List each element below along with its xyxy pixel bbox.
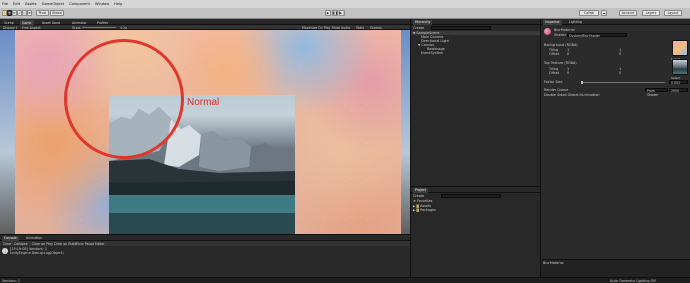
preview-material-name: BlurMaterial (543, 261, 564, 265)
global-toggle[interactable]: Global (50, 10, 64, 16)
info-icon: i (2, 248, 8, 254)
tab-lighting[interactable]: Lighting (567, 20, 584, 25)
factor-size-slider-track[interactable] (581, 82, 665, 83)
background-texture-thumbnail[interactable] (672, 40, 688, 56)
status-bar: Vendors: 1 Auto Generate Lighting Off (0, 277, 690, 283)
project-create-button[interactable]: Create (413, 194, 424, 198)
pause-icon[interactable]: ❚❚ (332, 10, 338, 16)
material-sphere-icon (544, 28, 551, 35)
bg-offset-x[interactable]: 0 (567, 52, 569, 56)
factor-size-label: Factor Size (544, 80, 563, 84)
shader-label: Shader (554, 33, 567, 37)
top-offset-x[interactable]: 0 (567, 71, 569, 75)
menu-window[interactable]: Window (95, 2, 109, 6)
project-folder-item[interactable]: ▶ ▇ Packages (413, 208, 436, 212)
play-icon[interactable]: ▶ (325, 10, 331, 16)
hierarchy-panel: Hierarchy Create ▼ SampleScene Main Came… (410, 19, 541, 186)
shader-dropdown[interactable]: Custom/BlurShader (567, 33, 627, 38)
console-editor-dropdown[interactable]: Editor (93, 241, 106, 246)
bg-offset-label: Offset (549, 52, 560, 56)
favorites-label: Favorites (417, 199, 433, 203)
hierarchy-item-label: EventSystem (421, 51, 444, 55)
hierarchy-search-input[interactable] (431, 26, 491, 30)
transform-tool-icon[interactable]: ⊕ (27, 10, 32, 16)
status-message[interactable]: Vendors: 1 (2, 279, 20, 283)
star-icon: ★ (413, 199, 417, 203)
tab-project[interactable]: Project (413, 187, 428, 193)
render-queue-label: Render Queue (544, 88, 569, 92)
chevron-down-icon: ▼ (413, 31, 416, 35)
project-panel: Project Create ★ Favorites ▶ ▇ Assets ▶ … (410, 186, 541, 277)
top-offset-label: Offset (549, 71, 560, 75)
menu-gameobject[interactable]: GameObject (42, 2, 64, 6)
highlight-circle (64, 39, 184, 159)
skybox-left (0, 30, 15, 234)
console-collapse-toggle[interactable]: Collapse (12, 241, 30, 246)
normal-label: Normal (187, 97, 220, 108)
favorites-item[interactable]: ★ Favorites (413, 199, 432, 203)
inspector-tab-bar: Inspector Lighting (541, 19, 690, 25)
status-lighting: Auto Generate Lighting Off (610, 278, 656, 283)
layout-dropdown[interactable]: Layout (664, 10, 682, 16)
account-dropdown[interactable]: Account (619, 10, 637, 16)
project-folder-label: Packages (420, 208, 436, 212)
main-toolbar: ✋ ✥ ⟳ ⤢ ▭ ⊕ Pivot Global ▶ ❚❚ ▶❘ Collab … (0, 8, 690, 19)
hierarchy-create-button[interactable]: Create (413, 26, 424, 30)
tab-hierarchy[interactable]: Hierarchy (413, 19, 433, 25)
collab-button[interactable]: Collab (579, 10, 599, 16)
menu-assets[interactable]: Assets (25, 2, 37, 6)
double-sided-gi-label: Double Sided Global Illumination (544, 93, 600, 97)
tab-inspector[interactable]: Inspector (543, 19, 562, 25)
project-tab-bar: Project (411, 187, 541, 193)
chevron-right-icon: ▶ (413, 208, 416, 212)
menu-bar: File Edit Assets GameObject Component Wi… (0, 0, 690, 8)
menu-help[interactable]: Help (114, 2, 122, 6)
bg-offset-y[interactable]: 0 (619, 52, 621, 56)
cloud-icon[interactable]: ☁ (601, 10, 607, 16)
factor-size-input[interactable]: 0.052 (669, 80, 688, 85)
material-name: BlurMaterial (554, 28, 575, 32)
top-texture-thumbnail[interactable] (672, 59, 688, 75)
folder-icon: ▇ (416, 208, 419, 212)
render-queue-dropdown[interactable]: From Shader (645, 88, 668, 97)
hierarchy-item[interactable]: EventSystem (421, 51, 443, 55)
chevron-down-icon: ▼ (418, 43, 421, 47)
factor-size-slider-handle[interactable] (581, 80, 583, 84)
inspector-panel: Inspector Lighting BlurMaterial Shader C… (540, 19, 690, 277)
scale-slider[interactable] (82, 27, 116, 28)
step-icon[interactable]: ▶❘ (339, 10, 345, 16)
tab-animation[interactable]: Animation (24, 236, 44, 241)
menu-file[interactable]: File (2, 2, 8, 6)
top-offset-y[interactable]: 0 (619, 71, 621, 75)
inspector-preview-bar: BlurMaterial (541, 259, 690, 277)
menu-edit[interactable]: Edit (13, 2, 20, 6)
tab-console[interactable]: Console (2, 235, 19, 241)
console-panel: Console Animation Clear Collapse Clear o… (0, 234, 410, 277)
top-texture-label: Top Texture (RGBA) (544, 61, 577, 65)
console-toolbar: Clear Collapse Clear on Play Clear on Bu… (0, 241, 410, 246)
skybox-right (401, 30, 410, 234)
background-texture-label: Background (RGBA) (544, 43, 578, 47)
console-log-stack[interactable]: UnityEngine.Debug:Log(Object) (10, 251, 64, 255)
project-search-input[interactable] (441, 194, 501, 198)
hierarchy-tab-bar: Hierarchy (411, 19, 541, 25)
layers-dropdown[interactable]: Layers (642, 10, 660, 16)
menu-component[interactable]: Component (69, 2, 90, 6)
pivot-toggle[interactable]: Pivot (36, 10, 49, 16)
render-queue-input[interactable]: 2000 (669, 88, 688, 93)
